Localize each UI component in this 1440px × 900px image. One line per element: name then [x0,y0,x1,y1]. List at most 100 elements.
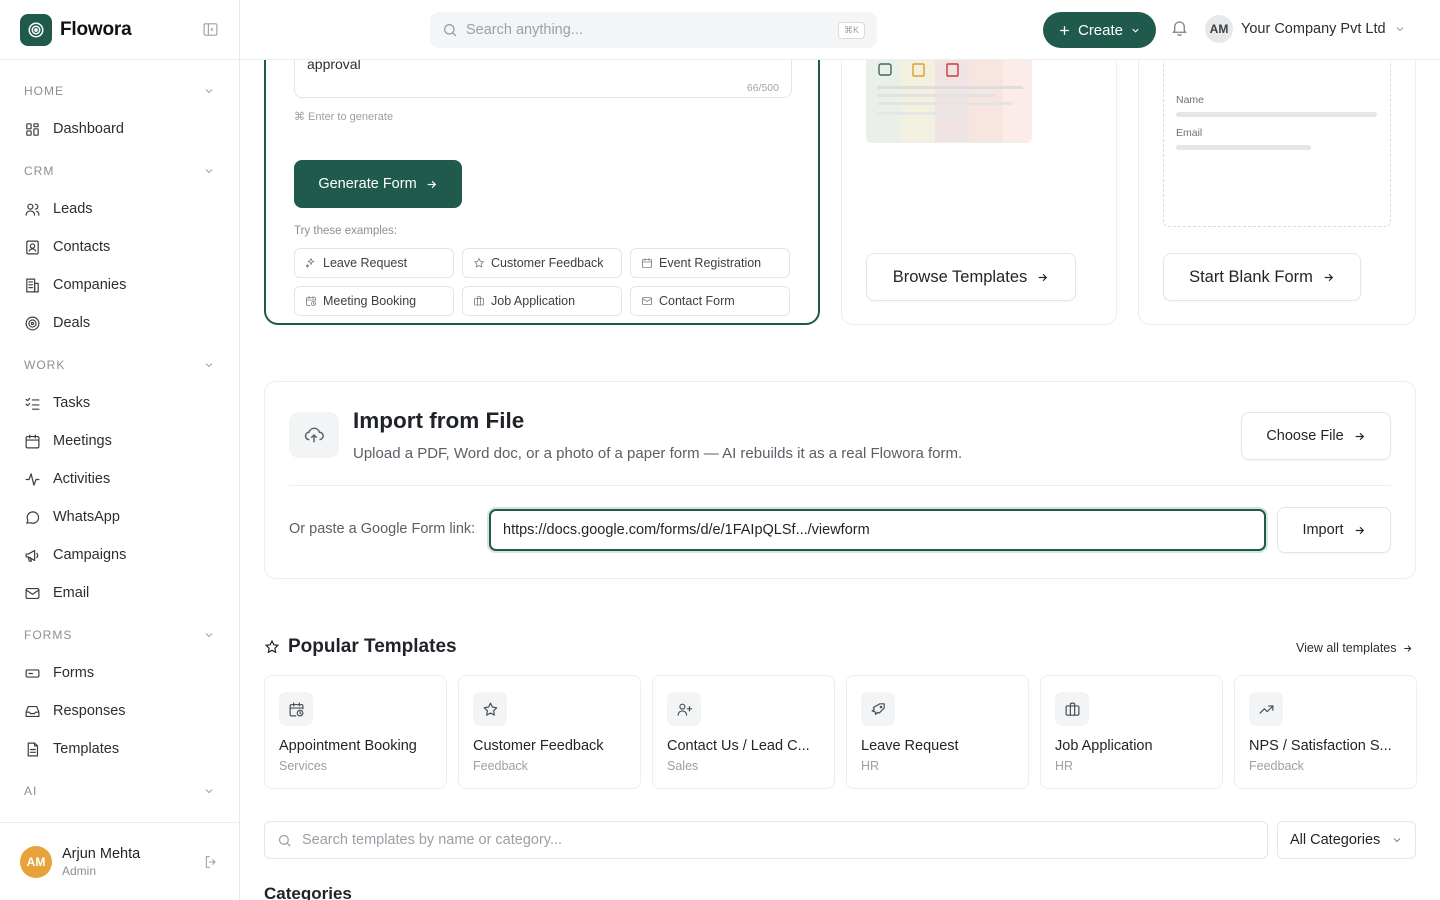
preview-email-label: Email [1176,127,1203,139]
sidebar-item-activities[interactable]: Activities [0,460,239,498]
generate-form-button[interactable]: Generate Form [294,160,462,208]
sidebar-item-ai-center[interactable]: AI Center [0,810,239,822]
nav-section-home[interactable]: HOME [0,72,239,110]
sidebar-collapse-icon[interactable] [202,21,219,38]
global-search-input[interactable]: Search anything... ⌘K [430,12,877,48]
choose-file-button[interactable]: Choose File [1241,412,1391,460]
blank-form-preview: Name Email [1163,61,1391,227]
example-chip-label: Customer Feedback [491,256,604,270]
choose-file-label: Choose File [1266,428,1344,444]
sidebar-item-templates[interactable]: Templates [0,730,239,768]
popular-templates-title: Popular Templates [288,636,457,657]
template-name: Appointment Booking [279,738,417,754]
calendar-clock-icon [279,692,313,726]
example-chip-meeting-booking[interactable]: Meeting Booking [294,286,454,316]
example-chip-label: Contact Form [659,294,735,308]
sidebar-item-label: Tasks [53,395,91,411]
search-icon [442,22,458,38]
app: Flowora HOME Dashboard CRM Leads Contacts Com… [0,0,1440,900]
category-select[interactable]: All Categories [1277,821,1416,859]
sidebar-item-deals[interactable]: Deals [0,304,239,342]
import-button[interactable]: Import [1277,507,1391,553]
browse-templates-button[interactable]: Browse Templates [866,253,1076,301]
sidebar-item-tasks[interactable]: Tasks [0,384,239,422]
chat-bubble-icon [24,509,41,526]
sidebar-item-meetings[interactable]: Meetings [0,422,239,460]
start-blank-form-button[interactable]: Start Blank Form [1163,253,1361,301]
nav-section-title: CRM [24,164,55,178]
view-all-templates-link[interactable]: View all templates [1296,641,1413,655]
briefcase-icon [473,295,485,307]
examples-label: Try these examples: [294,225,398,237]
form-icon [24,665,41,682]
logout-icon[interactable] [203,854,219,870]
import-label: Import [1302,522,1344,538]
template-card-leave-request[interactable]: Leave Request HR [846,675,1029,789]
sidebar-item-label: Deals [53,315,91,331]
nav-section-title: FORMS [24,628,73,642]
example-chip-customer-feedback[interactable]: Customer Feedback [462,248,622,278]
arrow-right-icon [1353,430,1366,443]
sidebar-item-whatsapp[interactable]: WhatsApp [0,498,239,536]
create-label: Create [1077,21,1124,39]
example-chip-label: Meeting Booking [323,294,417,308]
sidebar-user[interactable]: AM Arjun Mehta Admin [0,822,239,900]
arrow-right-icon [1036,271,1049,284]
company-name: Your Company Pvt Ltd [1241,21,1386,37]
chevron-down-icon [203,629,215,641]
sidebar-item-email[interactable]: Email [0,574,239,612]
preview-email-line [1176,145,1311,150]
example-chip-event-registration[interactable]: Event Registration [630,248,790,278]
brand: Flowora [0,0,239,60]
template-card-customer-feedback[interactable]: Customer Feedback Feedback [458,675,641,789]
nav-section-ai[interactable]: AI [0,772,239,810]
nav-section-crm[interactable]: CRM [0,152,239,190]
notification-bell-icon[interactable] [1170,18,1189,37]
avatar[interactable]: AM [20,845,52,878]
char-count: 66/500 [746,82,779,94]
nav-section-forms[interactable]: FORMS [0,616,239,654]
trending-up-icon [1249,692,1283,726]
template-card-contact-us-lead-c[interactable]: Contact Us / Lead C... Sales [652,675,835,789]
nav-section-work[interactable]: WORK [0,346,239,384]
user-plus-icon [667,692,701,726]
sidebar-item-label: Dashboard [53,121,124,137]
import-subtitle: Upload a PDF, Word doc, or a photo of a … [353,445,963,462]
view-all-label: View all templates [1296,641,1397,655]
sidebar-item-contacts[interactable]: Contacts [0,228,239,266]
sidebar-item-dashboard[interactable]: Dashboard [0,110,239,148]
flowora-logo-icon[interactable] [20,13,52,46]
browse-templates-card: Browse Templates [841,60,1117,325]
example-chip-contact-form[interactable]: Contact Form [630,286,790,316]
create-button[interactable]: Create [1043,12,1156,48]
example-chip-label: Leave Request [323,256,408,270]
sidebar-item-forms[interactable]: Forms [0,654,239,692]
sidebar-item-label: Campaigns [53,547,127,563]
google-form-link-input[interactable] [489,509,1266,551]
example-chip-leave-request[interactable]: Leave Request [294,248,454,278]
example-chip-job-application[interactable]: Job Application [462,286,622,316]
sidebar-item-leads[interactable]: Leads [0,190,239,228]
sidebar-item-campaigns[interactable]: Campaigns [0,536,239,574]
mail-icon [24,585,41,602]
brand-name: Flowora [60,18,132,40]
company-switcher[interactable]: AM Your Company Pvt Ltd [1205,15,1406,43]
categories-heading: Categories [264,884,352,900]
calendar-clock-icon [305,295,317,307]
chevron-down-icon [203,359,215,371]
template-search-input[interactable]: Search templates by name or category... [264,821,1268,859]
sidebar-item-responses[interactable]: Responses [0,692,239,730]
template-category: Services [279,759,327,773]
blank-form-card: Name Email Start Blank Form [1138,60,1416,325]
template-card-nps-satisfaction-s[interactable]: NPS / Satisfaction S... Feedback [1234,675,1417,789]
template-card-job-application[interactable]: Job Application HR [1040,675,1223,789]
document-icon [24,741,41,758]
activity-icon [24,471,41,488]
chevron-down-icon [203,85,215,97]
template-card-appointment-booking[interactable]: Appointment Booking Services [264,675,447,789]
generate-hint: ⌘ Enter to generate [294,111,394,123]
company-avatar: AM [1205,15,1233,43]
sidebar-item-companies[interactable]: Companies [0,266,239,304]
prompt-textarea[interactable]: approval 66/500 [294,60,792,98]
user-meta: Arjun Mehta Admin [62,846,140,878]
